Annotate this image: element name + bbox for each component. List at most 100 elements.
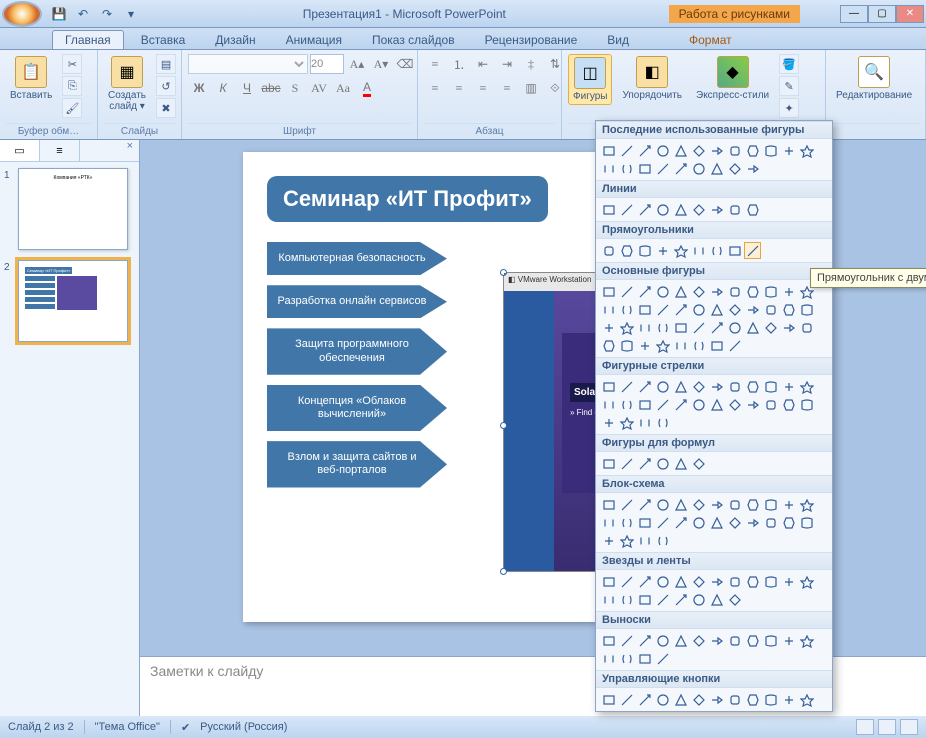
- shape-item[interactable]: [780, 396, 797, 413]
- shape-item[interactable]: [618, 496, 635, 513]
- shape-item[interactable]: [690, 142, 707, 159]
- font-size-input[interactable]: [310, 54, 344, 74]
- shape-item[interactable]: [798, 496, 815, 513]
- new-slide-button[interactable]: ▦ Создатьслайд ▾: [104, 54, 150, 114]
- close-button[interactable]: ✕: [896, 5, 924, 23]
- shape-item[interactable]: [600, 532, 617, 549]
- shape-item[interactable]: [690, 496, 707, 513]
- shape-item[interactable]: [690, 514, 707, 531]
- shape-item[interactable]: [672, 201, 689, 218]
- shape-item[interactable]: [744, 142, 761, 159]
- shape-item[interactable]: [798, 632, 815, 649]
- shape-item[interactable]: [618, 201, 635, 218]
- shape-item[interactable]: [636, 632, 653, 649]
- shape-item[interactable]: [600, 691, 617, 708]
- align-right-icon[interactable]: ≡: [472, 78, 494, 98]
- shape-item[interactable]: [600, 160, 617, 177]
- tab-home[interactable]: Главная: [52, 30, 124, 49]
- tab-format[interactable]: Формат: [676, 30, 745, 49]
- shape-item[interactable]: [708, 691, 725, 708]
- shape-item[interactable]: [726, 319, 743, 336]
- strike-icon[interactable]: abc: [260, 78, 282, 98]
- shape-item[interactable]: [672, 301, 689, 318]
- editing-button[interactable]: 🔍 Редактирование: [832, 54, 916, 103]
- shape-item[interactable]: [744, 201, 761, 218]
- spacing-icon[interactable]: AV: [308, 78, 330, 98]
- shape-item[interactable]: [654, 142, 671, 159]
- shape-item[interactable]: [636, 142, 653, 159]
- shape-item[interactable]: [780, 378, 797, 395]
- shape-item[interactable]: [744, 242, 761, 259]
- shape-item[interactable]: [672, 160, 689, 177]
- shape-item[interactable]: [708, 632, 725, 649]
- shape-item[interactable]: [744, 691, 761, 708]
- arrow-item[interactable]: Разработка онлайн сервисов: [267, 285, 447, 318]
- shape-item[interactable]: [726, 337, 743, 354]
- close-panel-icon[interactable]: ×: [121, 140, 139, 161]
- shape-item[interactable]: [726, 283, 743, 300]
- shape-item[interactable]: [726, 514, 743, 531]
- indent-inc-icon[interactable]: ⇥: [496, 54, 518, 74]
- shape-item[interactable]: [690, 201, 707, 218]
- shape-item[interactable]: [654, 319, 671, 336]
- shape-item[interactable]: [708, 283, 725, 300]
- shape-item[interactable]: [672, 591, 689, 608]
- shape-item[interactable]: [636, 396, 653, 413]
- shape-item[interactable]: [726, 573, 743, 590]
- shape-item[interactable]: [636, 201, 653, 218]
- shape-item[interactable]: [600, 283, 617, 300]
- shape-item[interactable]: [600, 514, 617, 531]
- save-icon[interactable]: 💾: [50, 5, 68, 23]
- tab-slideshow[interactable]: Показ слайдов: [359, 30, 468, 49]
- shape-item[interactable]: [672, 242, 689, 259]
- shape-item[interactable]: [636, 301, 653, 318]
- shape-item[interactable]: [600, 573, 617, 590]
- shape-item[interactable]: [654, 378, 671, 395]
- shape-item[interactable]: [654, 242, 671, 259]
- redo-icon[interactable]: ↷: [98, 5, 116, 23]
- arrow-item[interactable]: Концепция «Облаков вычислений»: [267, 385, 447, 431]
- shape-item[interactable]: [600, 142, 617, 159]
- shape-item[interactable]: [798, 514, 815, 531]
- shape-item[interactable]: [618, 691, 635, 708]
- shape-item[interactable]: [726, 201, 743, 218]
- shape-item[interactable]: [618, 319, 635, 336]
- shape-item[interactable]: [744, 160, 761, 177]
- shape-item[interactable]: [690, 691, 707, 708]
- shape-item[interactable]: [600, 242, 617, 259]
- shape-item[interactable]: [780, 691, 797, 708]
- shape-item[interactable]: [798, 378, 815, 395]
- arrange-button[interactable]: ◧ Упорядочить: [618, 54, 686, 103]
- shape-item[interactable]: [654, 573, 671, 590]
- view-slideshow-icon[interactable]: [900, 719, 918, 735]
- shape-item[interactable]: [744, 319, 761, 336]
- shape-item[interactable]: [726, 632, 743, 649]
- shape-item[interactable]: [618, 396, 635, 413]
- shape-item[interactable]: [690, 378, 707, 395]
- shape-item[interactable]: [654, 396, 671, 413]
- shape-item[interactable]: [726, 301, 743, 318]
- shape-item[interactable]: [744, 514, 761, 531]
- shape-item[interactable]: [636, 283, 653, 300]
- reset-icon[interactable]: ↺: [156, 76, 176, 96]
- shape-item[interactable]: [708, 160, 725, 177]
- shape-item[interactable]: [762, 573, 779, 590]
- slide-thumb-2[interactable]: 2 Семинар «ИТ Профит»: [6, 260, 133, 342]
- shape-item[interactable]: [600, 301, 617, 318]
- shape-item[interactable]: [780, 514, 797, 531]
- tab-view[interactable]: Вид: [594, 30, 642, 49]
- slides-tab[interactable]: ▭: [0, 140, 40, 161]
- shape-item[interactable]: [726, 591, 743, 608]
- shape-item[interactable]: [618, 160, 635, 177]
- shape-item[interactable]: [618, 455, 635, 472]
- shape-item[interactable]: [618, 532, 635, 549]
- shape-item[interactable]: [690, 396, 707, 413]
- shape-item[interactable]: [636, 650, 653, 667]
- shape-item[interactable]: [636, 591, 653, 608]
- shape-item[interactable]: [636, 337, 653, 354]
- shape-item[interactable]: [744, 301, 761, 318]
- align-center-icon[interactable]: ≡: [448, 78, 470, 98]
- layout-icon[interactable]: ▤: [156, 54, 176, 74]
- shape-item[interactable]: [708, 301, 725, 318]
- shape-item[interactable]: [600, 319, 617, 336]
